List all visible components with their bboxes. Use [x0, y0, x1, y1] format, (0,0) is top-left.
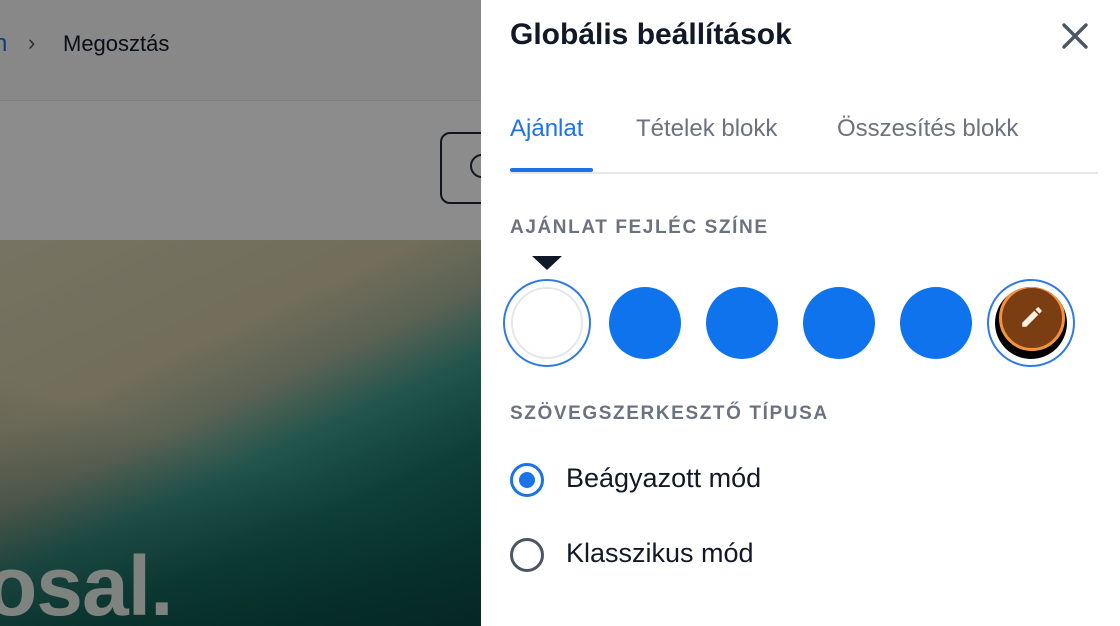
background-page: n › Megosztás osal.	[0, 0, 481, 626]
active-tab-indicator	[510, 168, 593, 172]
global-settings-panel: Globális beállítások Ajánlat Tételek blo…	[481, 0, 1120, 626]
editor-type-label: SZÖVEGSZERKESZTŐ TÍPUSA	[510, 403, 829, 424]
custom-color-swatch[interactable]	[995, 287, 1067, 359]
radio-label-classic: Klasszikus mód	[566, 538, 754, 568]
tab-osszesites-blokk[interactable]: Összesítés blokk	[837, 115, 1018, 143]
header-color-label: AJÁNLAT FEJLÉC SZÍNE	[510, 217, 769, 238]
color-swatch-blue-2[interactable]	[706, 287, 778, 359]
selected-swatch-indicator	[532, 256, 562, 270]
color-swatch-white[interactable]	[511, 287, 583, 359]
modal-overlay[interactable]	[0, 0, 481, 626]
panel-title: Globális beállítások	[510, 18, 792, 51]
tab-ajanlat[interactable]: Ajánlat	[510, 115, 583, 143]
close-icon	[1062, 23, 1088, 49]
color-swatch-blue-1[interactable]	[609, 287, 681, 359]
pencil-icon	[1022, 307, 1042, 327]
color-swatch-blue-3[interactable]	[803, 287, 875, 359]
tab-tetelek-blokk[interactable]: Tételek blokk	[636, 115, 777, 143]
settings-tabs: Ajánlat Tételek blokk Összesítés blokk	[510, 108, 1098, 174]
radio-unchecked[interactable]	[510, 538, 544, 572]
radio-checked[interactable]	[510, 463, 544, 497]
color-swatch-blue-4[interactable]	[900, 287, 972, 359]
close-button[interactable]	[1055, 16, 1095, 56]
radio-label-embedded: Beágyazott mód	[566, 463, 762, 493]
